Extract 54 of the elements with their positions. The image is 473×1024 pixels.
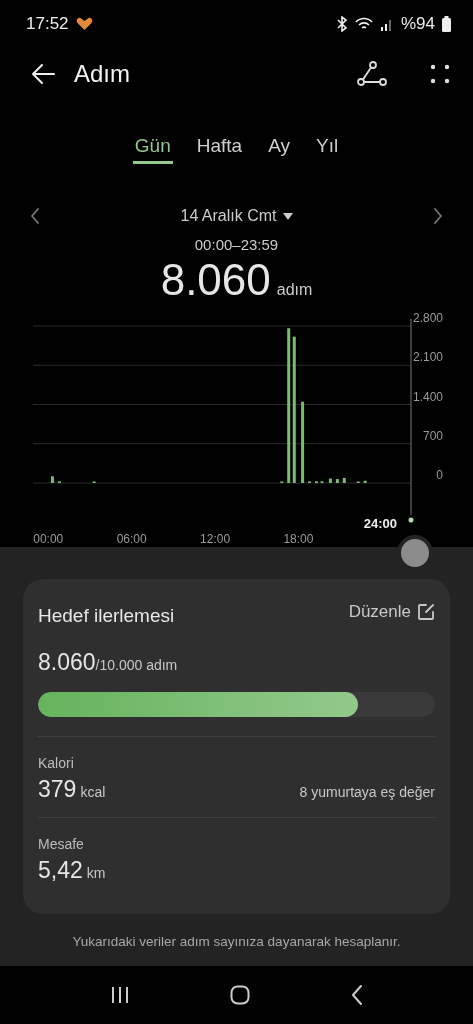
x-tick-label: 00:00 xyxy=(33,532,64,546)
period-tab[interactable]: Hafta xyxy=(194,130,245,164)
signal-icon xyxy=(379,17,394,31)
stat-label: Mesafe xyxy=(38,836,85,852)
step-unit: adım xyxy=(276,281,313,299)
battery-icon xyxy=(442,16,451,32)
bluetooth-icon xyxy=(335,16,348,32)
more-icon[interactable] xyxy=(429,63,451,85)
y-tick-label: 2.100 xyxy=(412,350,443,365)
x-tick-label: 06:00 xyxy=(116,532,147,546)
stat-value: 379 xyxy=(38,776,77,802)
y-tick-label: 700 xyxy=(422,428,443,443)
heart-icon xyxy=(75,17,93,31)
y-tick-label: 0 xyxy=(436,468,443,482)
back-icon[interactable] xyxy=(30,62,56,86)
bar xyxy=(363,480,367,483)
cursor-dot xyxy=(408,517,414,523)
stat-note: 8 yumurtaya eş değer xyxy=(299,784,435,800)
y-tick-label: 2.800 xyxy=(412,311,443,325)
caret-icon xyxy=(282,212,293,220)
goal-target: /10.000 adım xyxy=(95,657,178,673)
x-tick-label: 18:00 xyxy=(283,532,314,546)
recent-apps-icon[interactable] xyxy=(110,986,131,1004)
wifi-icon xyxy=(354,16,373,32)
date-picker[interactable]: 14 Aralık Cmt xyxy=(174,206,299,226)
edit-icon xyxy=(417,603,435,621)
goal-value: 8.060 xyxy=(38,649,96,676)
step-total: 8.060 xyxy=(160,255,271,305)
battery-percent: %94 xyxy=(400,14,435,34)
footnote: Yukarıdaki veriler adım sayınıza dayanarak hesaplanır. xyxy=(72,934,401,949)
card-title: Hedef ilerlemesi xyxy=(38,605,175,627)
period-tab[interactable]: Ay xyxy=(266,130,292,164)
x-tick-label: 12:00 xyxy=(200,532,231,546)
share-icon[interactable] xyxy=(357,61,387,87)
bar xyxy=(335,479,339,483)
page-title: Adım xyxy=(74,60,131,88)
back-nav-icon[interactable] xyxy=(350,985,363,1005)
previous-icon[interactable] xyxy=(30,208,40,224)
bar xyxy=(342,477,346,483)
cursor-time: 24:00 xyxy=(363,516,397,531)
stat-unit: km xyxy=(86,865,106,881)
stat-label: Kalori xyxy=(38,755,75,771)
period-tab[interactable]: Yıl xyxy=(314,130,341,164)
home-icon[interactable] xyxy=(230,985,251,1005)
next-icon[interactable] xyxy=(433,208,443,224)
bar xyxy=(50,476,54,483)
stat-value: 5,42 xyxy=(38,857,83,883)
period-tab[interactable]: Gün xyxy=(132,130,173,164)
status-time: 17:52 xyxy=(26,14,69,34)
stat-unit: kcal xyxy=(80,784,106,800)
time-range: 00:00–23:59 xyxy=(193,236,280,253)
y-tick-label: 1.400 xyxy=(412,389,443,404)
bar xyxy=(328,478,332,483)
edit-button[interactable]: Düzenle xyxy=(348,602,435,622)
